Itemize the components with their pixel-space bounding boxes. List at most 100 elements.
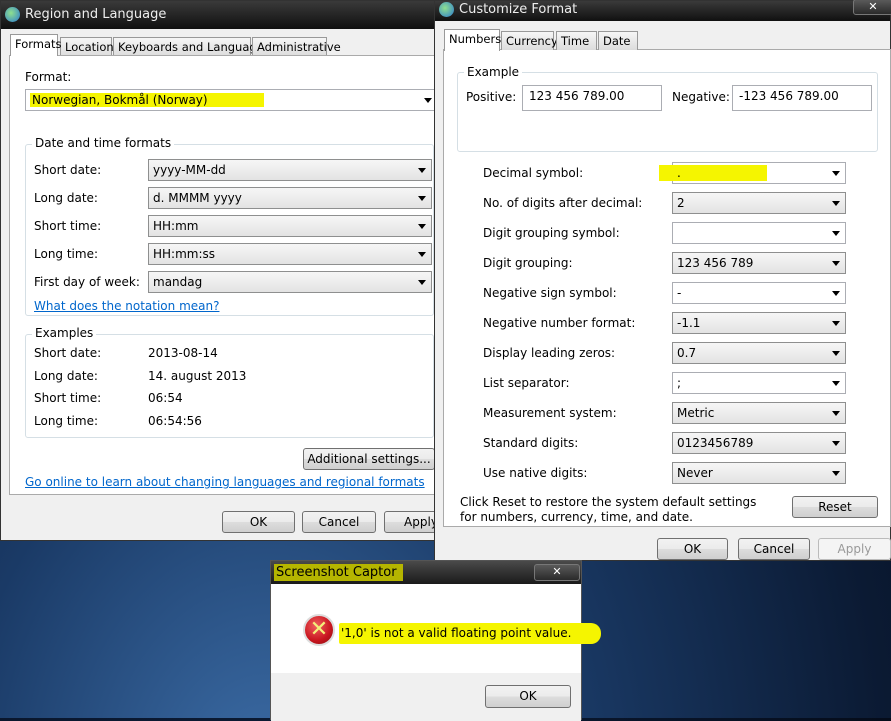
setting-dropdown[interactable]: 2 xyxy=(672,192,846,214)
setting-value: 0.7 xyxy=(677,346,697,360)
setting-label: Digit grouping: xyxy=(483,256,573,270)
negative-label: Negative: xyxy=(672,90,730,104)
setting-value: 123 456 789 xyxy=(677,256,754,270)
setting-dropdown[interactable]: - xyxy=(672,282,846,304)
setting-value: ; xyxy=(677,376,682,390)
cancel-button[interactable]: Cancel xyxy=(738,538,810,560)
setting-dropdown[interactable]: -1.1 xyxy=(672,312,846,334)
row-value: mandag xyxy=(153,275,203,289)
tab-formats[interactable]: Formats xyxy=(10,34,62,56)
cancel-button[interactable]: Cancel xyxy=(302,511,376,533)
setting-value: - xyxy=(677,286,682,300)
chevron-down-icon xyxy=(418,280,426,285)
setting-value: 2 xyxy=(677,196,685,210)
tab-time[interactable]: Time xyxy=(556,31,597,50)
window-title: Region and Language xyxy=(25,7,167,22)
tab-currency[interactable]: Currency xyxy=(501,31,558,50)
row-label: Short date: xyxy=(34,163,102,177)
ok-button[interactable]: OK xyxy=(657,538,728,560)
error-dialog: Screenshot Captor ✕ ✕ '1,0' is not a val… xyxy=(270,560,602,721)
setting-label: Negative sign symbol: xyxy=(483,286,617,300)
setting-dropdown[interactable]: 0123456789 xyxy=(672,432,846,454)
chevron-down-icon xyxy=(832,471,840,476)
setting-dropdown[interactable] xyxy=(672,222,846,244)
globe-icon xyxy=(439,2,454,17)
setting-dropdown[interactable]: 0.7 xyxy=(672,342,846,364)
setting-label: List separator: xyxy=(483,376,570,390)
row-label: Short time: xyxy=(34,219,102,233)
ok-button[interactable]: OK xyxy=(222,511,295,533)
example-label: Long date: xyxy=(34,368,98,383)
row-dropdown[interactable]: HH:mm xyxy=(148,215,432,237)
setting-value: . xyxy=(677,166,681,180)
format-dropdown[interactable]: Norwegian, Bokmål (Norway) xyxy=(25,89,438,111)
title-bar[interactable]: Customize Format ✕ xyxy=(435,0,891,21)
tab-numbers[interactable]: Numbers xyxy=(444,29,501,51)
row-label: Long date: xyxy=(34,191,98,205)
chevron-down-icon xyxy=(832,441,840,446)
error-message: '1,0' is not a valid floating point valu… xyxy=(339,623,602,644)
ok-button[interactable]: OK xyxy=(485,685,571,708)
chevron-down-icon xyxy=(832,171,840,176)
example-value: 06:54:56 xyxy=(148,413,202,428)
row-value: yyyy-MM-dd xyxy=(153,163,226,177)
chevron-down-icon xyxy=(832,291,840,296)
additional-settings-button[interactable]: Additional settings... xyxy=(303,448,435,470)
chevron-down-icon xyxy=(832,351,840,356)
positive-example: 123 456 789.00 xyxy=(522,85,662,111)
example-label: Long time: xyxy=(34,413,99,428)
chevron-down-icon xyxy=(832,321,840,326)
row-value: HH:mm xyxy=(153,219,199,233)
chevron-down-icon xyxy=(832,261,840,266)
setting-dropdown[interactable]: Metric xyxy=(672,402,846,424)
format-label: Format: xyxy=(25,70,72,84)
setting-value: Metric xyxy=(677,406,715,420)
setting-label: Negative number format: xyxy=(483,316,636,330)
row-label: Long time: xyxy=(34,247,99,261)
notation-link[interactable]: What does the notation mean? xyxy=(34,299,219,313)
close-button[interactable]: ✕ xyxy=(534,564,580,581)
example-label: Short time: xyxy=(34,391,102,405)
setting-label: No. of digits after decimal: xyxy=(483,196,643,210)
tab-date[interactable]: Date xyxy=(598,31,638,50)
row-value: d. MMMM yyyy xyxy=(153,191,242,205)
chevron-down-icon xyxy=(832,381,840,386)
row-dropdown[interactable]: d. MMMM yyyy xyxy=(148,187,432,209)
row-dropdown[interactable]: mandag xyxy=(148,271,432,293)
reset-button[interactable]: Reset xyxy=(792,496,878,518)
dialog-title: Screenshot Captor xyxy=(274,564,403,581)
setting-label: Decimal symbol: xyxy=(483,166,584,180)
apply-button[interactable]: Apply xyxy=(818,538,891,560)
setting-label: Measurement system: xyxy=(483,406,617,420)
tab-administrative[interactable]: Administrative xyxy=(252,37,341,56)
tab-location[interactable]: Location xyxy=(60,37,114,56)
setting-label: Display leading zeros: xyxy=(483,346,616,360)
row-dropdown[interactable]: yyyy-MM-dd xyxy=(148,159,432,181)
reset-info: Click Reset to restore the system defaul… xyxy=(460,495,757,524)
example-group: Example xyxy=(457,65,878,152)
chevron-down-icon xyxy=(424,98,432,103)
row-value: HH:mm:ss xyxy=(153,247,216,261)
title-bar[interactable]: Screenshot Captor ✕ xyxy=(271,561,581,584)
title-bar[interactable]: Region and Language xyxy=(1,1,435,29)
close-button[interactable]: ✕ xyxy=(853,0,891,15)
row-label: First day of week: xyxy=(34,275,140,289)
setting-value: -1.1 xyxy=(677,316,701,330)
tab-keyboards[interactable]: Keyboards and Languages xyxy=(113,37,270,56)
positive-label: Positive: xyxy=(466,90,517,104)
online-link[interactable]: Go online to learn about changing langua… xyxy=(25,475,425,489)
setting-dropdown[interactable]: Never xyxy=(672,462,846,484)
row-dropdown[interactable]: HH:mm:ss xyxy=(148,243,432,265)
chevron-down-icon xyxy=(832,411,840,416)
setting-dropdown[interactable]: 123 456 789 xyxy=(672,252,846,274)
chevron-down-icon xyxy=(418,168,426,173)
chevron-down-icon xyxy=(418,224,426,229)
chevron-down-icon xyxy=(418,252,426,257)
setting-dropdown[interactable]: . xyxy=(659,162,846,184)
chevron-down-icon xyxy=(418,196,426,201)
chevron-down-icon xyxy=(832,231,840,236)
chevron-down-icon xyxy=(832,201,840,206)
setting-dropdown[interactable]: ; xyxy=(672,372,846,394)
setting-value: Never xyxy=(677,466,713,480)
globe-icon xyxy=(5,7,20,22)
